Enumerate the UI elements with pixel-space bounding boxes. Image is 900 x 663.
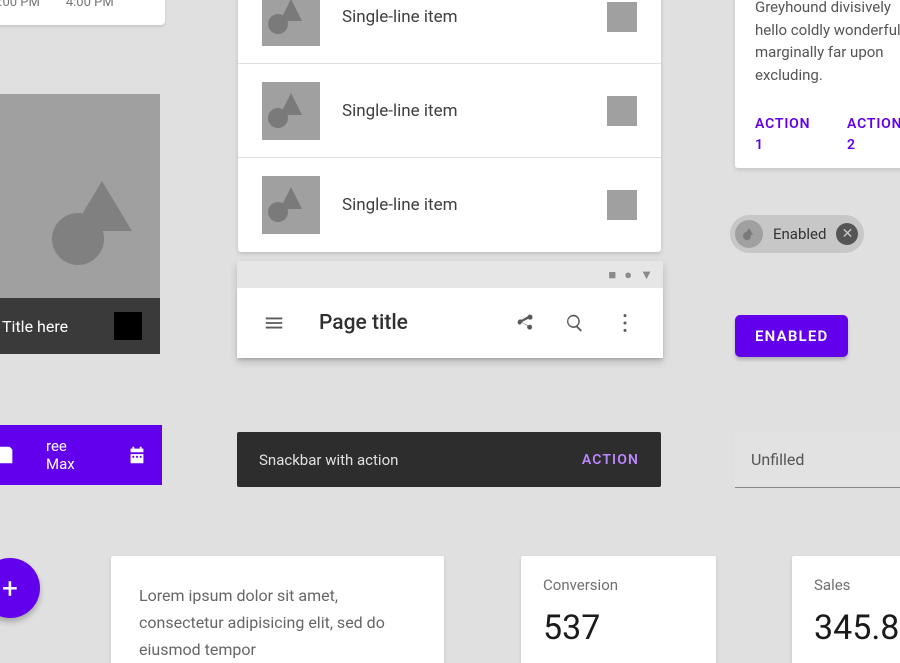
chip-label: Enabled bbox=[773, 225, 826, 243]
thumbnail-icon bbox=[262, 176, 320, 234]
image-tile-title: Title here bbox=[2, 317, 68, 336]
text-card: Lorem ipsum dolor sit amet, consectetur … bbox=[111, 556, 444, 663]
stat-label: Sales bbox=[814, 576, 900, 594]
chip-avatar-icon bbox=[735, 220, 763, 248]
appbar-card: ■ ● ▼ Page title bbox=[237, 261, 663, 358]
textfield-label: Unfilled bbox=[751, 450, 804, 469]
time-card: 2:00 PM 4:00 PM bbox=[0, 0, 165, 25]
image-tile[interactable]: Title here bbox=[0, 94, 160, 354]
calendar-icon[interactable] bbox=[126, 444, 148, 466]
bottom-nav-label: ree Max bbox=[46, 437, 96, 473]
button-label: ENABLED bbox=[755, 327, 828, 345]
dialog-body-text: Greyhound divisively hello coldly wonder… bbox=[755, 0, 900, 86]
more-vert-icon[interactable] bbox=[607, 305, 643, 341]
snackbar-text: Snackbar with action bbox=[259, 451, 398, 469]
page-title: Page title bbox=[319, 311, 507, 335]
stat-label: Conversion bbox=[543, 576, 694, 594]
window-controls: ■ ● ▼ bbox=[237, 261, 663, 288]
window-triangle-icon[interactable]: ▼ bbox=[640, 267, 653, 283]
window-circle-icon[interactable]: ● bbox=[624, 267, 632, 283]
list-item-label: Single-line item bbox=[342, 195, 607, 215]
textfield-unfilled[interactable]: Unfilled bbox=[735, 432, 900, 488]
snackbar: Snackbar with action ACTION bbox=[237, 432, 661, 487]
menu-icon[interactable] bbox=[255, 304, 293, 342]
list-card: Single-line item Single-line item Single… bbox=[238, 0, 661, 252]
list-item[interactable]: Single-line item bbox=[238, 0, 661, 64]
list-item[interactable]: Single-line item bbox=[238, 158, 661, 252]
stat-value: 345.8 bbox=[814, 608, 900, 648]
dialog-action-1-button[interactable]: ACTION 1 bbox=[755, 114, 823, 156]
share-icon[interactable] bbox=[507, 305, 543, 341]
dialog-card: Greyhound divisively hello coldly wonder… bbox=[735, 0, 900, 168]
list-item[interactable]: Single-line item bbox=[238, 64, 661, 158]
snackbar-action-button[interactable]: ACTION bbox=[582, 452, 639, 468]
document-icon[interactable] bbox=[0, 444, 16, 466]
list-trailing-box bbox=[607, 96, 637, 126]
appbar: Page title bbox=[237, 288, 663, 358]
list-trailing-box bbox=[607, 190, 637, 220]
time-label-2: 4:00 PM bbox=[66, 0, 114, 10]
thumbnail-icon bbox=[262, 0, 320, 46]
chip[interactable]: Enabled ✕ bbox=[730, 215, 864, 253]
text-card-body: Lorem ipsum dolor sit amet, consectetur … bbox=[139, 586, 385, 659]
list-trailing-box bbox=[607, 2, 637, 32]
plus-icon: + bbox=[2, 572, 18, 605]
search-icon[interactable] bbox=[557, 305, 593, 341]
enabled-button[interactable]: ENABLED bbox=[735, 315, 848, 357]
list-item-label: Single-line item bbox=[342, 101, 607, 121]
stat-card-conversion: Conversion 537 bbox=[521, 556, 716, 663]
image-tile-bar: Title here bbox=[0, 298, 160, 354]
dialog-action-2-button[interactable]: ACTION 2 bbox=[847, 114, 900, 156]
list-item-label: Single-line item bbox=[342, 7, 607, 27]
time-label-1: 2:00 PM bbox=[0, 0, 40, 10]
bottom-nav-bar: ree Max bbox=[0, 425, 162, 485]
stat-card-sales: Sales 345.8 bbox=[792, 556, 900, 663]
image-tile-action-box[interactable] bbox=[114, 312, 142, 340]
thumbnail-icon bbox=[262, 82, 320, 140]
window-square-icon[interactable]: ■ bbox=[608, 267, 616, 283]
chip-close-icon[interactable]: ✕ bbox=[836, 223, 858, 245]
fab-add-button[interactable]: + bbox=[0, 558, 40, 618]
stat-value: 537 bbox=[543, 608, 694, 648]
